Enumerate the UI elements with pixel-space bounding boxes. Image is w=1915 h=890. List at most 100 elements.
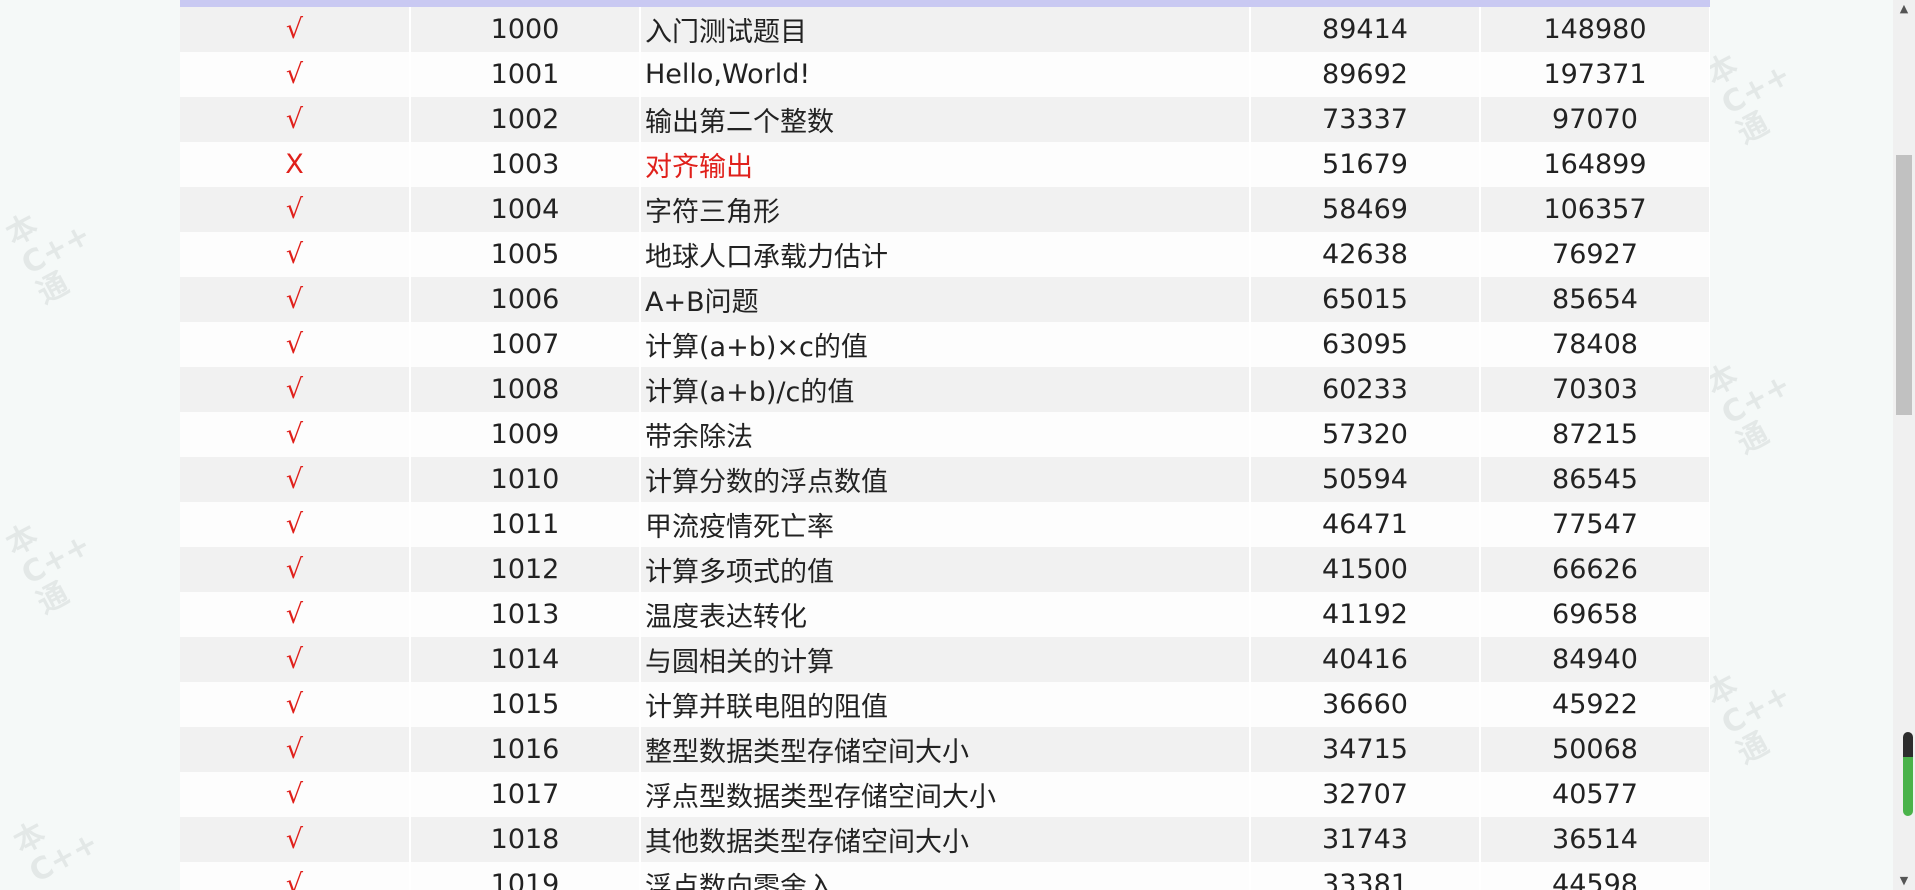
watermark-left-1: 本 C++ 通 [0, 207, 97, 312]
problem-table: √ 1000 入门测试题目 89414 148980 √ 1001 Hello,World! 8… [180, 7, 1710, 890]
problem-title-link[interactable]: 与圆相关的计算 [640, 637, 1251, 682]
submitted-count: 44598 [1480, 862, 1710, 890]
status-mark: √ [180, 277, 411, 322]
problem-id: 1013 [410, 592, 641, 637]
problem-id: 1015 [410, 682, 641, 727]
table-row: √ 1014 与圆相关的计算 40416 84940 [180, 637, 1710, 682]
problem-id: 1000 [410, 7, 641, 52]
status-mark: √ [180, 187, 411, 232]
problem-title-link[interactable]: 计算多项式的值 [640, 547, 1251, 592]
problem-title-link[interactable]: 计算并联电阻的阻值 [640, 682, 1251, 727]
problem-title-link[interactable]: 入门测试题目 [640, 7, 1251, 52]
submitted-count: 164899 [1480, 142, 1710, 187]
passed-count: 42638 [1250, 232, 1481, 277]
status-mark: √ [180, 862, 411, 890]
status-mark: √ [180, 592, 411, 637]
passed-count: 73337 [1250, 97, 1481, 142]
table-row: √ 1011 甲流疫情死亡率 46471 77547 [180, 502, 1710, 547]
passed-count: 60233 [1250, 367, 1481, 412]
problem-title-link[interactable]: 浮点型数据类型存储空间大小 [640, 772, 1251, 817]
submitted-count: 50068 [1480, 727, 1710, 772]
problem-id: 1003 [410, 142, 641, 187]
submitted-count: 69658 [1480, 592, 1710, 637]
status-mark: √ [180, 772, 411, 817]
status-mark: X [180, 142, 411, 187]
submitted-count: 85654 [1480, 277, 1710, 322]
passed-count: 46471 [1250, 502, 1481, 547]
problem-title-link[interactable]: 对齐输出 [640, 142, 1251, 187]
problem-title-link[interactable]: 浮点数向零舍入 [640, 862, 1251, 890]
problem-title-link[interactable]: 其他数据类型存储空间大小 [640, 817, 1251, 862]
problem-title-link[interactable]: 甲流疫情死亡率 [640, 502, 1251, 547]
table-row: √ 1016 整型数据类型存储空间大小 34715 50068 [180, 727, 1710, 772]
problem-title-link[interactable]: 计算(a+b)/c的值 [640, 367, 1251, 412]
table-row: √ 1002 输出第二个整数 73337 97070 [180, 97, 1710, 142]
status-mark: √ [180, 7, 411, 52]
problem-id: 1016 [410, 727, 641, 772]
table-row: √ 1008 计算(a+b)/c的值 60233 70303 [180, 367, 1710, 412]
problem-id: 1010 [410, 457, 641, 502]
problem-title-link[interactable]: 温度表达转化 [640, 592, 1251, 637]
passed-count: 57320 [1250, 412, 1481, 457]
problem-title-link[interactable]: 输出第二个整数 [640, 97, 1251, 142]
status-mark: √ [180, 412, 411, 457]
passed-count: 34715 [1250, 727, 1481, 772]
table-row: √ 1018 其他数据类型存储空间大小 31743 36514 [180, 817, 1710, 862]
table-row: √ 1012 计算多项式的值 41500 66626 [180, 547, 1710, 592]
status-mark: √ [180, 637, 411, 682]
status-mark: √ [180, 817, 411, 862]
table-row: X 1003 对齐输出 51679 164899 [180, 142, 1710, 187]
scroll-position-indicator [1903, 732, 1913, 816]
submitted-count: 45922 [1480, 682, 1710, 727]
problem-id: 1011 [410, 502, 641, 547]
problem-title-link[interactable]: 字符三角形 [640, 187, 1251, 232]
passed-count: 36660 [1250, 682, 1481, 727]
problem-title-link[interactable]: Hello,World! [640, 52, 1251, 97]
problem-title-link[interactable]: A+B问题 [640, 277, 1251, 322]
passed-count: 31743 [1250, 817, 1481, 862]
submitted-count: 78408 [1480, 322, 1710, 367]
submitted-count: 86545 [1480, 457, 1710, 502]
table-row: √ 1001 Hello,World! 89692 197371 [180, 52, 1710, 97]
table-row: √ 1019 浮点数向零舍入 33381 44598 [180, 862, 1710, 890]
vertical-scrollbar[interactable]: ▲ ▼ [1893, 0, 1915, 890]
submitted-count: 70303 [1480, 367, 1710, 412]
problem-title-link[interactable]: 计算(a+b)×c的值 [640, 322, 1251, 367]
submitted-count: 84940 [1480, 637, 1710, 682]
scroll-up-icon[interactable]: ▲ [1897, 2, 1911, 16]
problem-table-container: √ 1000 入门测试题目 89414 148980 √ 1001 Hello,World! 8… [180, 0, 1710, 890]
passed-count: 89414 [1250, 7, 1481, 52]
scrollbar-thumb[interactable] [1896, 155, 1912, 415]
table-row: √ 1006 A+B问题 65015 85654 [180, 277, 1710, 322]
passed-count: 41192 [1250, 592, 1481, 637]
watermark-left-2: 本 C++ 通 [0, 517, 97, 622]
problem-title-link[interactable]: 地球人口承载力估计 [640, 232, 1251, 277]
submitted-count: 87215 [1480, 412, 1710, 457]
problem-title-link[interactable]: 计算分数的浮点数值 [640, 457, 1251, 502]
problem-title-link[interactable]: 带余除法 [640, 412, 1251, 457]
status-mark: √ [180, 682, 411, 727]
problem-id: 1001 [410, 52, 641, 97]
problem-title-link[interactable]: 整型数据类型存储空间大小 [640, 727, 1251, 772]
status-mark: √ [180, 367, 411, 412]
passed-count: 32707 [1250, 772, 1481, 817]
problem-id: 1009 [410, 412, 641, 457]
problem-id: 1007 [410, 322, 641, 367]
status-mark: √ [180, 232, 411, 277]
passed-count: 65015 [1250, 277, 1481, 322]
status-mark: √ [180, 547, 411, 592]
table-row: √ 1017 浮点型数据类型存储空间大小 32707 40577 [180, 772, 1710, 817]
table-row: √ 1005 地球人口承载力估计 42638 76927 [180, 232, 1710, 277]
submitted-count: 36514 [1480, 817, 1710, 862]
watermark-right-3: 本 C++ 通 [1700, 667, 1797, 772]
scroll-down-icon[interactable]: ▼ [1897, 874, 1911, 888]
table-header-band [180, 0, 1710, 7]
passed-count: 33381 [1250, 862, 1481, 890]
problem-id: 1006 [410, 277, 641, 322]
passed-count: 89692 [1250, 52, 1481, 97]
watermark-left-3: 本 C++ [8, 815, 105, 890]
table-row: √ 1010 计算分数的浮点数值 50594 86545 [180, 457, 1710, 502]
table-row: √ 1009 带余除法 57320 87215 [180, 412, 1710, 457]
status-mark: √ [180, 727, 411, 772]
problem-id: 1019 [410, 862, 641, 890]
